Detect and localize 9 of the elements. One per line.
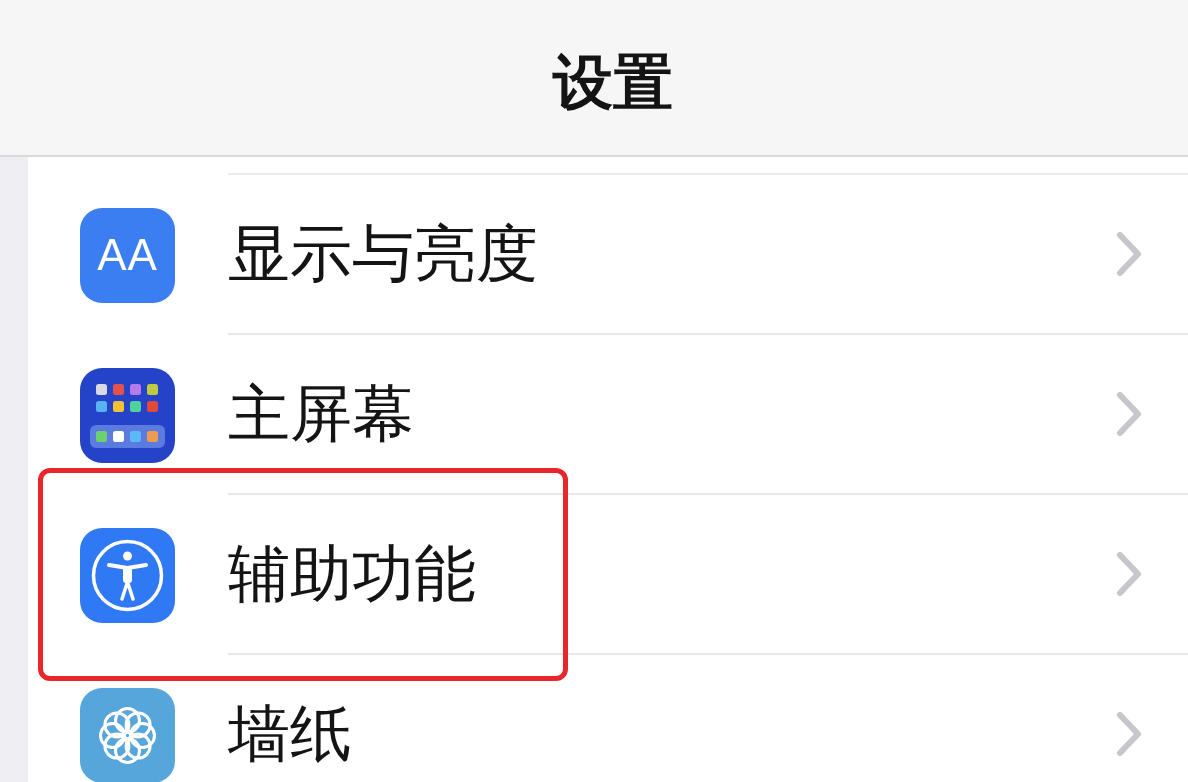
app-grid-icon xyxy=(80,367,175,463)
accessibility-icon xyxy=(80,527,175,623)
chevron-icon xyxy=(1116,391,1142,437)
text-size-icon: AA xyxy=(80,207,175,303)
chevron-icon xyxy=(1116,231,1142,277)
flower-icon xyxy=(80,687,175,782)
page-title: 设置 xyxy=(553,48,673,115)
chevron-icon xyxy=(1116,551,1142,597)
chevron-icon xyxy=(1116,711,1142,757)
